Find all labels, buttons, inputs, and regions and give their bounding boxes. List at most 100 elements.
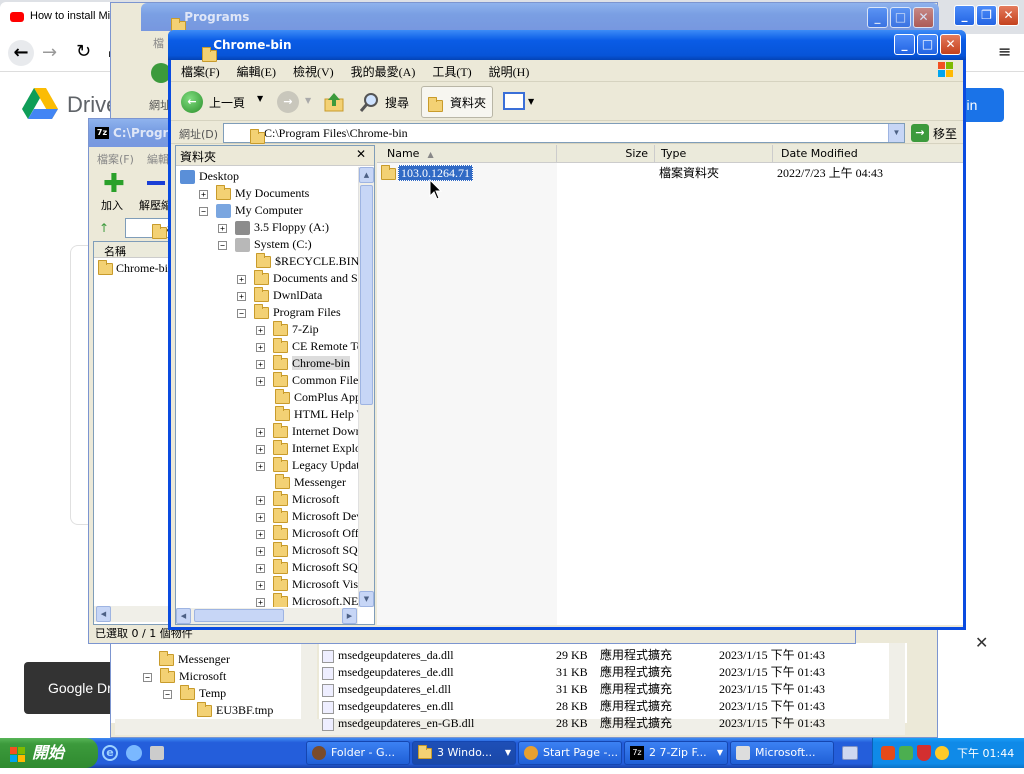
collapse-icon[interactable]: − [199, 206, 208, 216]
menu-help[interactable]: 說明(H) [489, 65, 530, 79]
folders-pane-close-icon[interactable]: ✕ [356, 147, 366, 161]
file-row[interactable]: msedgeupdateres_en.dll [322, 698, 454, 715]
tree-item[interactable]: +7-Zip [256, 321, 319, 338]
col-name[interactable]: Name ▲ [377, 145, 557, 163]
expand-icon[interactable]: + [256, 376, 265, 386]
scroll-left-icon[interactable]: ◀ [96, 606, 111, 622]
col-size[interactable]: Size [557, 145, 655, 163]
views-button[interactable]: ▼ [501, 89, 537, 115]
tree-item[interactable]: $RECYCLE.BIN [237, 253, 358, 270]
address-dropdown-icon[interactable]: ▼ [888, 124, 904, 142]
zip-hscroll[interactable]: ◀ [94, 606, 172, 622]
expand-icon[interactable]: + [237, 274, 246, 284]
tree-item[interactable]: − My Computer [199, 202, 303, 219]
expand-icon[interactable]: + [256, 359, 265, 369]
minimize-icon[interactable]: _ [894, 34, 915, 55]
browser-minimize-icon[interactable]: _ [954, 5, 975, 26]
expand-icon[interactable]: + [256, 325, 265, 335]
expand-icon[interactable]: + [256, 342, 265, 352]
tree-vscroll[interactable]: ▲ ▼ [358, 167, 374, 607]
browser-menu-icon[interactable]: ≡ [998, 42, 1011, 61]
tree-item[interactable]: + Microsoft SQL Se [256, 542, 358, 559]
expand-icon[interactable]: + [256, 461, 265, 471]
taskbar-folder-g[interactable]: Folder - G... [306, 741, 410, 765]
expand-icon[interactable]: + [256, 563, 265, 573]
media-icon[interactable] [126, 745, 142, 761]
tree-item[interactable]: − System (C:) [218, 236, 312, 253]
scroll-thumb[interactable] [360, 185, 373, 405]
tree-item[interactable]: + Microsoft Office [256, 525, 358, 542]
start-button[interactable]: 開始 [0, 738, 98, 768]
forward-icon[interactable]: → [277, 91, 299, 113]
expand-icon[interactable]: + [199, 189, 208, 199]
file-row[interactable]: msedgeupdateres_en-GB.dll [322, 715, 474, 732]
add-label[interactable]: 加入 [101, 197, 123, 213]
address-input[interactable]: C:\Program Files\Chrome-bin ▼ [223, 123, 905, 145]
close-icon[interactable]: ✕ [940, 34, 961, 55]
close-x-icon[interactable]: ✕ [975, 633, 988, 652]
tree-item[interactable]: + Internet Downloa [256, 423, 358, 440]
tree-item[interactable]: − Microsoft [143, 668, 226, 685]
expand-icon[interactable]: + [256, 597, 265, 607]
collapse-icon[interactable]: − [163, 689, 172, 699]
programs-minimize-icon[interactable]: _ [867, 7, 888, 28]
menu-edit[interactable]: 編輯(E) [237, 65, 276, 79]
programs-titlebar[interactable]: Programs _ □ ✕ [141, 3, 939, 33]
tree-item[interactable]: + Legacy Update [256, 457, 358, 474]
expand-icon[interactable]: + [256, 427, 265, 437]
programs-maximize-icon[interactable]: □ [890, 7, 911, 28]
file-row[interactable]: msedgeupdateres_da.dll [322, 647, 454, 664]
up-folder-icon[interactable] [323, 91, 345, 113]
tree-item[interactable]: EU3BF.tmp [197, 702, 273, 719]
file-row[interactable]: msedgeupdateres_de.dll [322, 664, 454, 681]
folders-button[interactable]: 資料夾 [421, 86, 493, 118]
collapse-icon[interactable]: − [218, 240, 227, 250]
tree-hscroll[interactable]: ◀ ▶ [176, 608, 358, 624]
tree-item[interactable]: HTML Help Work [256, 406, 358, 423]
go-button[interactable]: → 移至 [909, 123, 961, 143]
menu-file[interactable]: 檔案(F) [181, 65, 220, 79]
list-item-folder[interactable]: 103.0.1264.71 [381, 165, 473, 182]
expand-icon[interactable]: + [256, 580, 265, 590]
forward-dropdown-icon[interactable]: ▼ [305, 96, 311, 105]
tree-item[interactable]: + Microsoft [256, 491, 339, 508]
back-button[interactable]: ← 上一頁 ▼ [177, 89, 263, 115]
tree-item[interactable]: + My Documents [199, 185, 309, 202]
maximize-icon[interactable]: □ [917, 34, 938, 55]
taskbar-7zip-group[interactable]: 7z 2 7-Zip F... ▼ [624, 741, 728, 765]
tray-app-icon[interactable] [881, 746, 895, 760]
zip-menu-edit[interactable]: 編輯 [147, 151, 169, 167]
back-arrow-icon[interactable]: ← [8, 40, 34, 66]
tree-item[interactable]: + CE Remote Tools [256, 338, 358, 355]
browser-close-icon[interactable]: ✕ [998, 5, 1019, 26]
tree-item[interactable]: + Chrome-bin [256, 355, 350, 372]
expand-icon[interactable]: + [256, 444, 265, 454]
tree-item[interactable]: + Microsoft.NET [256, 593, 358, 607]
col-date[interactable]: Date Modified [773, 145, 963, 163]
file-row[interactable]: msedgeupdateres_el.dll [322, 681, 451, 698]
tree-item[interactable]: +3.5 Floppy (A:) [218, 219, 329, 236]
expand-icon[interactable]: + [237, 291, 246, 301]
scroll-down-icon[interactable]: ▼ [359, 591, 374, 607]
ie-icon[interactable]: e [102, 745, 118, 761]
expand-icon[interactable]: + [256, 529, 265, 539]
collapse-icon[interactable]: − [143, 672, 152, 682]
quicklaunch-icon[interactable] [150, 746, 164, 760]
tray-shield-icon[interactable] [917, 745, 931, 761]
tree-item[interactable]: + Microsoft Device [256, 508, 358, 525]
zip-col-name[interactable]: 名稱 [94, 242, 174, 258]
tray-security-icon[interactable] [935, 746, 949, 760]
tree-item[interactable]: + Documents and Settin [237, 270, 358, 287]
explorer-titlebar[interactable]: Chrome-bin _ □ ✕ [168, 30, 966, 62]
tree-item[interactable]: Messenger [159, 651, 230, 668]
scroll-right-icon[interactable]: ▶ [342, 608, 357, 624]
zip-item[interactable]: Chrome-bi [98, 260, 168, 277]
browser-restore-icon[interactable]: ❐ [976, 5, 997, 26]
tree-item[interactable]: + Microsoft SQL Se [256, 559, 358, 576]
up-folder-icon[interactable]: ↑ [99, 221, 109, 235]
menu-view[interactable]: 檢視(V) [293, 65, 334, 79]
expand-icon[interactable]: + [256, 495, 265, 505]
taskbar-microsoft[interactable]: Microsoft... [730, 741, 834, 765]
programs-tree-scroll[interactable] [301, 643, 317, 723]
tree-item[interactable]: − Program Files [237, 304, 341, 321]
